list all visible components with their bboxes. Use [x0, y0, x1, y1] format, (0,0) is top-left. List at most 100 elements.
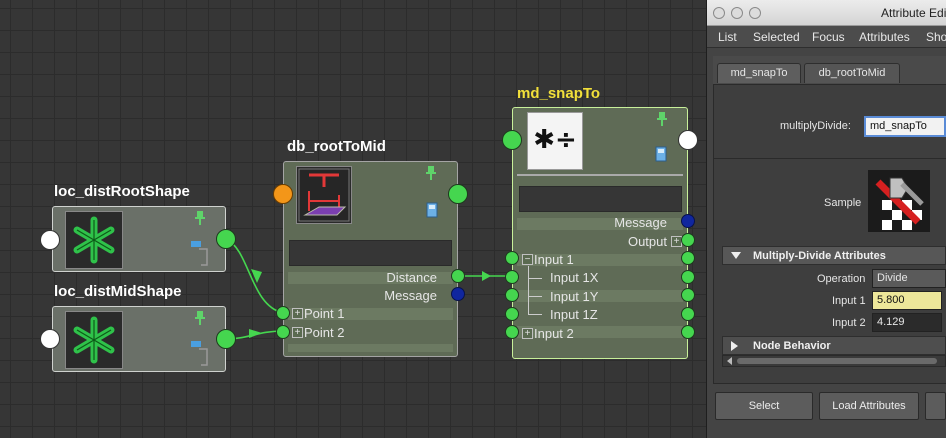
distance-between-icon [296, 166, 352, 224]
loc-dist-mid-title[interactable]: loc_distMidShape [54, 283, 182, 300]
md-input2-output-port[interactable] [681, 325, 695, 339]
db-input-port[interactable] [273, 184, 293, 204]
input1-field[interactable]: 5.800 [872, 291, 942, 310]
md-attr-input2[interactable]: Input 2 [534, 326, 574, 341]
md-snap-to-title[interactable]: md_snapTo [517, 85, 600, 102]
menu-attributes[interactable]: Attributes [859, 30, 910, 44]
pin-icon[interactable] [193, 311, 207, 328]
pin-icon[interactable] [655, 112, 669, 129]
horizontal-scrollbar[interactable] [722, 355, 946, 367]
db-output-port[interactable] [448, 184, 468, 204]
operation-dropdown[interactable]: Divide [872, 269, 946, 288]
db-root-to-mid-title[interactable]: db_rootToMid [287, 138, 386, 155]
pin-icon[interactable] [193, 211, 207, 228]
tab-md-snap-to[interactable]: md_snapTo [717, 63, 801, 83]
window-title: Attribute Edi [881, 6, 946, 20]
locator-shape-icon [65, 311, 123, 369]
md-attr-input1[interactable]: Input 1 [534, 252, 574, 267]
collapse-input1-button[interactable]: − [522, 254, 533, 265]
md-snap-to-node[interactable]: ✱÷ Message Output + − Input 1 Input 1X I… [512, 107, 688, 359]
sample-label: Sample [824, 197, 862, 209]
shape-transform-icon [191, 337, 211, 372]
node-divider [517, 174, 683, 176]
loc-dist-root-title[interactable]: loc_distRootShape [54, 183, 190, 200]
menu-list[interactable]: List [718, 30, 737, 44]
section-node-behavior-label: Node Behavior [753, 340, 831, 352]
md-attr-message[interactable]: Message [614, 215, 667, 230]
scrollbar-thumb[interactable] [737, 358, 937, 364]
section-multiply-divide-header[interactable]: Multiply-Divide Attributes [722, 246, 946, 265]
db-message-output-port[interactable] [451, 287, 465, 301]
tree-line [528, 278, 542, 279]
minimize-window-icon[interactable] [731, 7, 743, 19]
loc-dist-mid-node[interactable] [52, 306, 226, 372]
md-message-output-port[interactable] [681, 214, 695, 228]
md-node-name-field[interactable] [519, 186, 682, 212]
tab-db-root-to-mid[interactable]: db_rootToMid [804, 63, 900, 83]
md-attr-input1y[interactable]: Input 1Y [550, 289, 598, 304]
node-type-label: multiplyDivide: [780, 120, 851, 132]
shape-transform-icon [191, 237, 211, 272]
md-input-port[interactable] [502, 130, 522, 150]
loc-dist-root-output-port[interactable] [216, 229, 236, 249]
attr-stripe [288, 344, 453, 352]
menu-focus[interactable]: Focus [812, 30, 845, 44]
operation-label: Operation [817, 273, 866, 285]
db-attr-distance[interactable]: Distance [386, 270, 437, 285]
expand-input2-button[interactable]: + [522, 328, 533, 339]
loc-dist-root-node[interactable] [52, 206, 226, 272]
md-input1z-output-port[interactable] [681, 307, 695, 321]
md-input1-output-port[interactable] [681, 251, 695, 265]
md-attr-input1z[interactable]: Input 1Z [550, 307, 598, 322]
md-input1y-output-port[interactable] [681, 288, 695, 302]
copy-tab-button[interactable] [925, 392, 946, 420]
section-node-behavior-header[interactable]: Node Behavior [722, 336, 946, 355]
dependency-icon [426, 202, 438, 223]
md-input1x-input-port[interactable] [505, 270, 519, 284]
section-expanded-icon [731, 252, 741, 259]
multiply-divide-icon: ✱÷ [527, 112, 583, 170]
zoom-window-icon[interactable] [749, 7, 761, 19]
db-distance-output-port[interactable] [451, 269, 465, 283]
md-attr-input1x[interactable]: Input 1X [550, 270, 598, 285]
tree-line [528, 266, 529, 314]
select-button[interactable]: Select [715, 392, 813, 420]
attribute-editor-titlebar[interactable]: Attribute Edi [707, 0, 946, 26]
loc-dist-mid-output-port[interactable] [216, 329, 236, 349]
expand-point1-button[interactable]: + [292, 308, 303, 319]
dependency-icon [655, 146, 667, 167]
md-input1-input-port[interactable] [505, 251, 519, 265]
md-attr-output[interactable]: Output [628, 234, 667, 249]
db-attr-point2[interactable]: Point 2 [304, 325, 344, 340]
load-attributes-button[interactable]: Load Attributes [819, 392, 919, 420]
loc-dist-mid-input-port[interactable] [40, 329, 60, 349]
loc-dist-root-input-port[interactable] [40, 230, 60, 250]
md-input1x-output-port[interactable] [681, 270, 695, 284]
scroll-left-icon[interactable] [727, 357, 732, 365]
section-collapsed-icon [731, 341, 738, 351]
node-name-input[interactable]: md_snapTo [864, 116, 946, 137]
menu-selected[interactable]: Selected [753, 30, 800, 44]
db-root-to-mid-node[interactable]: Distance Message + Point 1 + Point 2 [283, 161, 458, 357]
wire-arrow-point1 [251, 269, 262, 283]
db-point1-input-port[interactable] [276, 306, 290, 320]
attribute-editor-menubar: List Selected Focus Attributes Sho [707, 26, 946, 48]
md-output-output-port[interactable] [681, 233, 695, 247]
db-attr-point1[interactable]: Point 1 [304, 306, 344, 321]
db-attr-message[interactable]: Message [384, 288, 437, 303]
locator-shape-icon [65, 211, 123, 269]
md-input1y-input-port[interactable] [505, 288, 519, 302]
close-window-icon[interactable] [713, 7, 725, 19]
db-node-name-field[interactable] [289, 240, 452, 266]
db-point2-input-port[interactable] [276, 325, 290, 339]
tree-line [528, 296, 542, 297]
sample-swatch-icon [868, 170, 930, 232]
md-input1z-input-port[interactable] [505, 307, 519, 321]
md-output-port[interactable] [678, 130, 698, 150]
pin-icon[interactable] [424, 166, 438, 183]
md-input2-input-port[interactable] [505, 325, 519, 339]
expand-point2-button[interactable]: + [292, 327, 303, 338]
input2-field[interactable]: 4.129 [872, 313, 942, 332]
menu-show[interactable]: Sho [926, 30, 946, 44]
wire-root-to-point1 [225, 238, 284, 314]
